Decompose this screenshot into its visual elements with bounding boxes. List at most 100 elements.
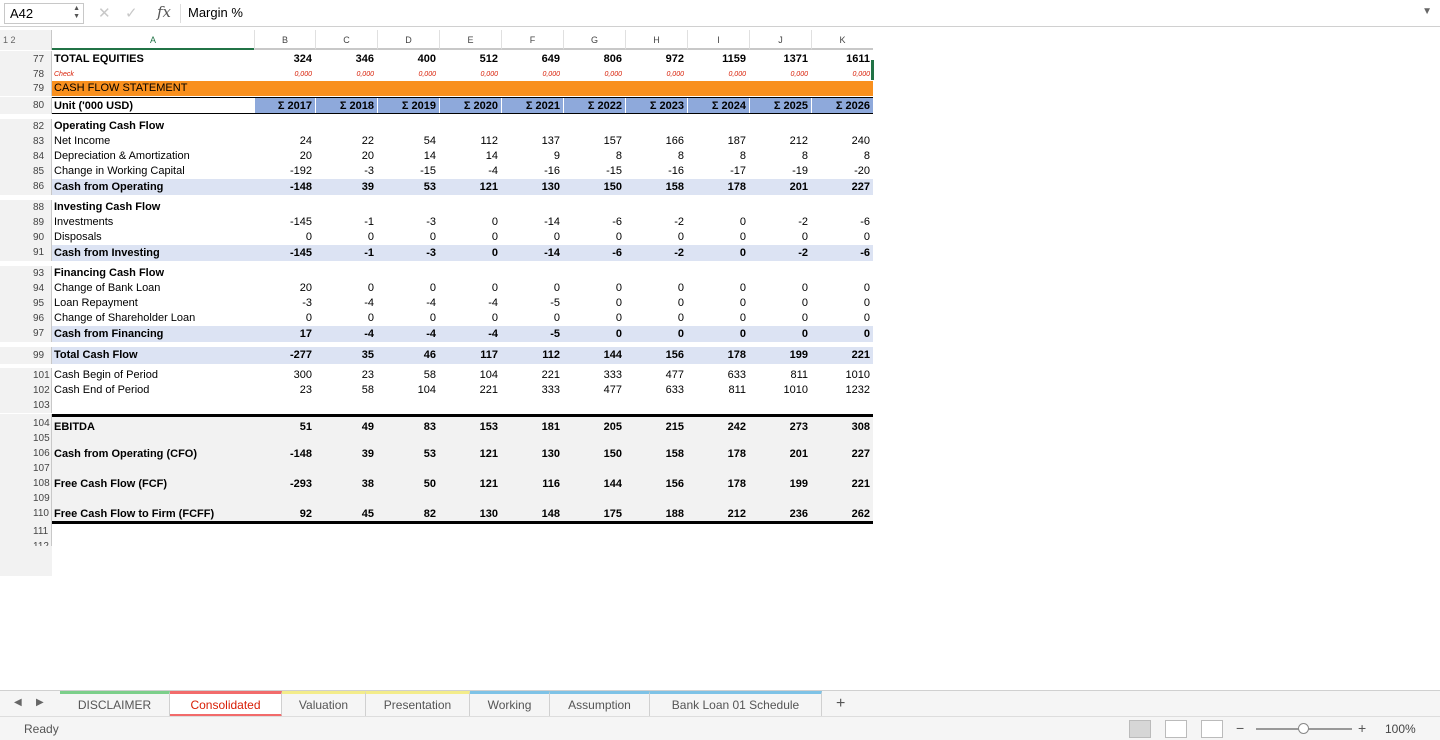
cell-value[interactable]: 0,000 — [563, 68, 625, 81]
cell-value[interactable]: 158 — [625, 444, 687, 464]
grid-row[interactable]: Investments -145 -1 -3 0 -14 -6 -2 0 -2 -6 — [52, 215, 873, 230]
sheet-tab-working[interactable]: Working — [470, 691, 550, 717]
cell-value[interactable]: 333 — [501, 383, 563, 398]
cell-value[interactable]: 112 — [439, 134, 501, 149]
row-label[interactable]: Cash from Operating (CFO) — [54, 444, 252, 464]
cell-value[interactable]: -192 — [254, 164, 315, 179]
cell-value[interactable]: 1159 — [687, 51, 749, 68]
cell-value[interactable]: -4 — [377, 296, 439, 311]
cell-value[interactable]: -293 — [254, 474, 315, 494]
cell-value[interactable]: 199 — [749, 474, 811, 494]
cell-value[interactable]: 166 — [625, 134, 687, 149]
row-label[interactable]: TOTAL EQUITIES — [54, 51, 252, 68]
column-header-a[interactable]: A — [52, 30, 254, 50]
cell-value[interactable]: 0 — [687, 326, 749, 342]
normal-view-icon[interactable] — [1129, 720, 1151, 738]
cell-value[interactable]: 346 — [315, 51, 377, 68]
row-label[interactable]: Cash Begin of Period — [54, 368, 252, 383]
cell-value[interactable]: 1232 — [811, 383, 873, 398]
row-header-99[interactable]: 99 — [0, 347, 52, 364]
cell-value[interactable]: 46 — [377, 347, 439, 364]
cell-value[interactable]: 137 — [501, 134, 563, 149]
cell-value[interactable]: 324 — [254, 51, 315, 68]
grid-row[interactable]: Cash Begin of Period 300 23 58 104 221 333 477 6… — [52, 368, 873, 383]
row-label[interactable] — [54, 494, 252, 504]
cell-value[interactable]: 0 — [501, 311, 563, 326]
cell-value[interactable]: 0 — [687, 296, 749, 311]
prev-sheet-icon[interactable]: ◀ — [14, 697, 22, 708]
zoom-out-icon[interactable]: − — [1236, 720, 1244, 736]
cell-value[interactable]: 0 — [377, 281, 439, 296]
cell-value[interactable]: 0 — [563, 230, 625, 245]
grid-row[interactable] — [52, 398, 873, 413]
cell-value[interactable]: -2 — [625, 215, 687, 230]
cell-value[interactable]: 39 — [315, 444, 377, 464]
cell-value[interactable]: 0 — [377, 311, 439, 326]
cell-value[interactable]: 0 — [501, 230, 563, 245]
cell-value[interactable]: 53 — [377, 179, 439, 195]
cell-value[interactable]: 130 — [501, 179, 563, 195]
column-header-f[interactable]: F — [501, 30, 563, 50]
cell-value[interactable]: -3 — [377, 215, 439, 230]
cell-value[interactable]: -2 — [749, 215, 811, 230]
cell-value[interactable]: 51 — [254, 417, 315, 434]
cell-value[interactable]: 0 — [501, 281, 563, 296]
cell-value[interactable]: 9 — [501, 149, 563, 164]
cell-value[interactable]: 212 — [687, 504, 749, 521]
cell-value[interactable]: 0 — [563, 281, 625, 296]
cell-value[interactable]: 262 — [811, 504, 873, 521]
cell-value[interactable]: 54 — [377, 134, 439, 149]
cell-value[interactable]: 0,000 — [439, 68, 501, 81]
grid-row[interactable]: Cash from Financing 17 -4 -4 -4 -5 0 0 0 0 0 — [52, 326, 873, 342]
cell-value[interactable]: Σ 2019 — [377, 98, 439, 113]
grid-row[interactable]: Change of Bank Loan 20 0 0 0 0 0 0 0 0 0 — [52, 281, 873, 296]
cell-value[interactable]: 8 — [749, 149, 811, 164]
cell-value[interactable]: -277 — [254, 347, 315, 364]
row-header-84[interactable]: 84 — [0, 149, 52, 164]
grid-row[interactable]: TOTAL EQUITIES 324 346 400 512 649 806 972 1159 1… — [52, 51, 873, 68]
row-header-105[interactable]: 105 — [0, 434, 52, 444]
cell-value[interactable]: 212 — [749, 134, 811, 149]
grid-row[interactable]: Depreciation & Amortization 20 20 14 14 9 8 8 8 8… — [52, 149, 873, 164]
cell-value[interactable]: 0 — [439, 230, 501, 245]
column-header-e[interactable]: E — [439, 30, 501, 50]
name-box[interactable]: A42 ▲ ▼ — [4, 3, 84, 24]
cell-value[interactable]: Σ 2022 — [563, 98, 625, 113]
fx-icon[interactable]: fx — [157, 3, 171, 21]
cell-value[interactable]: 0 — [811, 296, 873, 311]
row-label[interactable]: Investments — [54, 215, 252, 230]
row-label[interactable]: Operating Cash Flow — [54, 119, 252, 134]
cell-value[interactable]: -20 — [811, 164, 873, 179]
cell-value[interactable]: -5 — [501, 326, 563, 342]
column-header-c[interactable]: C — [315, 30, 377, 50]
cell-value[interactable]: 0 — [377, 230, 439, 245]
cell-value[interactable]: 649 — [501, 51, 563, 68]
cell-value[interactable]: 150 — [563, 179, 625, 195]
cell-value[interactable]: 811 — [749, 368, 811, 383]
cell-value[interactable]: -6 — [811, 245, 873, 261]
cell-value[interactable]: 0 — [625, 296, 687, 311]
cell-value[interactable]: 0 — [687, 245, 749, 261]
cell-value[interactable]: Σ 2021 — [501, 98, 563, 113]
cell-value[interactable]: -145 — [254, 215, 315, 230]
cell-value[interactable]: 1010 — [811, 368, 873, 383]
row-label[interactable]: Change of Bank Loan — [54, 281, 252, 296]
cell-value[interactable]: 38 — [315, 474, 377, 494]
cell-value[interactable]: 0 — [315, 311, 377, 326]
formula-input[interactable]: Margin % — [188, 5, 243, 20]
cell-value[interactable]: 121 — [439, 179, 501, 195]
row-label[interactable]: CASH FLOW STATEMENT — [54, 81, 252, 96]
row-label[interactable]: Depreciation & Amortization — [54, 149, 252, 164]
row-header-82[interactable]: 82 — [0, 119, 52, 134]
cancel-icon[interactable]: ✕ — [98, 4, 111, 22]
grid-row[interactable]: Loan Repayment -3 -4 -4 -4 -5 0 0 0 0 0 — [52, 296, 873, 311]
cell-value[interactable]: 53 — [377, 444, 439, 464]
cell-value[interactable]: 0 — [687, 311, 749, 326]
cell-value[interactable]: -19 — [749, 164, 811, 179]
cell-value[interactable]: 1371 — [749, 51, 811, 68]
cell-value[interactable]: -5 — [501, 296, 563, 311]
cell-value[interactable]: 49 — [315, 417, 377, 434]
row-header-97[interactable]: 97 — [0, 326, 52, 342]
grid-row[interactable]: Investing Cash Flow — [52, 200, 873, 215]
cell-value[interactable]: 0 — [315, 281, 377, 296]
